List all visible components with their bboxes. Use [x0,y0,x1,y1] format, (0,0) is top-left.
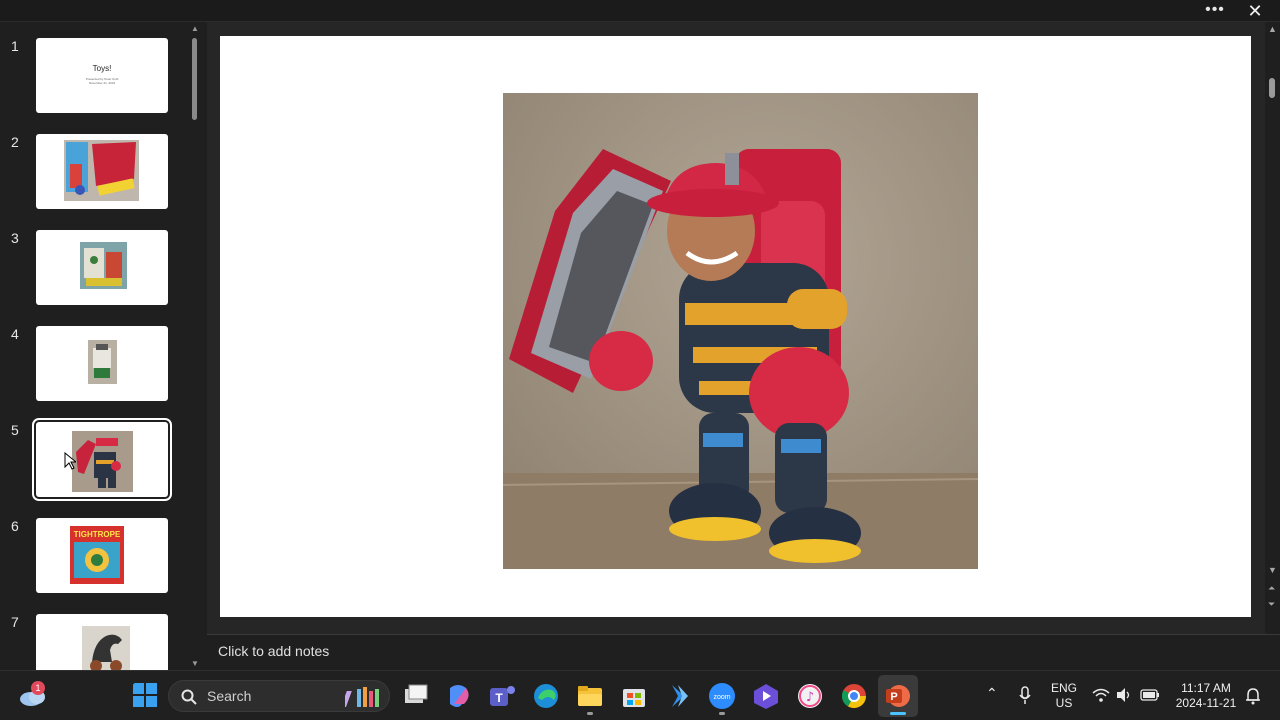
microsoft-store-icon[interactable] [620,682,648,710]
current-slide[interactable] [220,36,1251,617]
zoom-icon[interactable]: zoom [708,682,736,710]
close-button[interactable]: ✕ [1242,0,1268,22]
more-options-button[interactable]: ••• [1202,1,1228,21]
slide-thumbnail-pane[interactable]: 1 Toys! Presented by Peter Kuhl November… [0,22,206,670]
thumbnail-card[interactable] [36,134,168,209]
powerpoint-taskbar-button[interactable]: P [878,675,918,717]
slide-number: 6 [11,518,19,534]
thumbnail-card[interactable] [36,614,168,670]
scroll-down-icon[interactable]: ▼ [1268,565,1277,575]
slide-scrollbar[interactable]: ▲ ▼ ⏶ ⏷ [1265,22,1280,634]
mouse-cursor-icon [64,452,76,470]
thumbnail-subtitle: Presented by Peter Kuhl November 21, 202… [85,77,119,85]
thumbnail-card[interactable] [36,230,168,305]
task-view-icon[interactable] [402,682,430,710]
slide-thumbnail-6[interactable]: 6 TIGHTROPE [0,518,186,598]
notes-pane[interactable]: Click to add notes [207,634,1280,670]
slide-number: 3 [11,230,19,246]
thumbnail-title: Toys! [92,64,112,73]
thumbnail-image [88,340,117,384]
taskbar: 1 Search T zoom ♪ P ⌃ ENG US 11:17 AM 20… [0,670,1280,720]
slide-thumbnail-2[interactable]: 2 [0,134,186,214]
thumbnail-card[interactable] [36,326,168,401]
scrollbar-thumb[interactable] [1269,78,1275,98]
toy-firefighter-image [503,93,978,569]
slide-number: 4 [11,326,19,342]
notes-placeholder[interactable]: Click to add notes [218,643,329,659]
clock-time: 11:17 AM [1181,681,1231,695]
scroll-up-icon[interactable]: ▲ [191,24,199,33]
running-indicator [587,712,593,715]
weather-badge: 1 [31,681,45,695]
powerpoint-icon: P [886,685,910,707]
clipchamp-icon[interactable] [752,682,780,710]
wifi-icon[interactable] [1092,687,1110,703]
active-indicator [890,712,906,715]
slide-number: 5 [11,422,19,438]
scroll-up-icon[interactable]: ▲ [1268,24,1277,34]
thumbnail-image [82,626,130,670]
slide-thumbnail-5[interactable]: 5 [0,418,186,502]
svg-text:T: T [495,691,503,705]
search-highlight-icon [345,687,379,707]
previous-slide-icon[interactable]: ⏶ [1268,583,1275,594]
file-explorer-icon[interactable] [576,682,604,710]
running-indicator [719,712,725,715]
microphone-icon[interactable] [1018,686,1032,706]
thumbnail-scrollbar[interactable]: ▲ ▼ [189,22,201,670]
edge-browser-icon[interactable] [532,682,560,710]
show-hidden-icons-icon[interactable]: ⌃ [986,685,998,702]
thumbnail-card[interactable] [32,418,172,501]
thumbnail-image [72,431,133,492]
power-automate-icon[interactable] [664,682,692,710]
scrollbar-thumb[interactable] [192,38,197,120]
svg-text:zoom: zoom [713,694,730,701]
slide-thumbnail-1[interactable]: 1 Toys! Presented by Peter Kuhl November… [0,38,186,118]
slide-thumbnail-7[interactable]: 7 [0,614,186,670]
search-icon [181,689,197,705]
search-label: Search [207,688,252,704]
notifications-bell-icon[interactable] [1245,687,1261,705]
copilot-icon[interactable] [444,682,472,710]
taskbar-search-box[interactable]: Search [168,680,390,712]
svg-text:♪: ♪ [806,690,814,705]
battery-icon[interactable] [1140,688,1160,702]
windows-start-icon[interactable] [132,682,160,710]
thumbnail-card[interactable]: Toys! Presented by Peter Kuhl November 2… [36,38,168,113]
thumbnail-card[interactable]: TIGHTROPE [36,518,168,593]
window-title-bar: ••• ✕ [0,0,1280,22]
volume-icon[interactable] [1116,687,1132,703]
slide-editor[interactable] [207,22,1265,634]
scroll-down-icon[interactable]: ▼ [191,659,199,668]
slide-thumbnail-3[interactable]: 3 [0,230,186,310]
box-text: TIGHTROPE [74,530,121,539]
language-indicator[interactable]: ENG US [1046,681,1082,711]
teams-icon[interactable]: T [488,682,516,710]
slide-thumbnail-4[interactable]: 4 [0,326,186,406]
svg-text:P: P [890,691,897,703]
next-slide-icon[interactable]: ⏷ [1268,599,1275,610]
clock[interactable]: 11:17 AM 2024-11-21 [1168,681,1244,711]
slide-photo[interactable] [503,93,978,569]
chrome-icon[interactable] [840,682,868,710]
thumbnail-image: TIGHTROPE [70,526,124,584]
clock-date: 2024-11-21 [1175,696,1237,710]
slide-number: 1 [11,38,19,54]
thumbnail-image [80,242,127,289]
thumbnail-image [64,140,139,201]
slide-number: 7 [11,614,19,630]
slide-number: 2 [11,134,19,150]
itunes-icon[interactable]: ♪ [796,682,824,710]
